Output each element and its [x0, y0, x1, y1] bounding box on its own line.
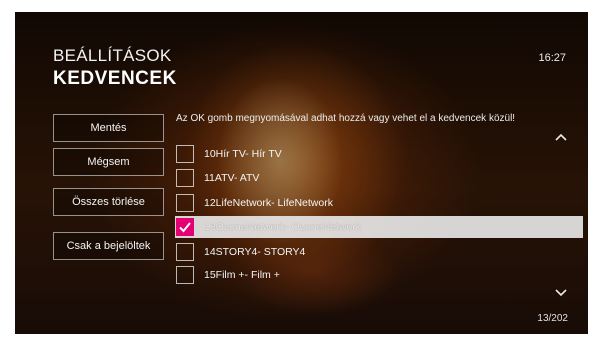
checkbox-checked[interactable]: [176, 218, 194, 236]
channel-label: 14STORY4- STORY4: [204, 246, 306, 258]
clock: 16:27: [538, 52, 566, 64]
clear-all-button[interactable]: Összes törlése: [53, 188, 164, 216]
channel-label: 10Hír TV- Hír TV: [204, 148, 282, 160]
checkbox[interactable]: [176, 169, 194, 187]
save-button[interactable]: Mentés: [53, 114, 164, 142]
checkbox[interactable]: [176, 243, 194, 261]
cancel-button[interactable]: Mégsem: [53, 148, 164, 176]
channel-label: 15Film +- Film +: [204, 269, 280, 281]
channel-row[interactable]: 10Hír TV- Hír TV: [175, 143, 583, 165]
checkbox[interactable]: [176, 194, 194, 212]
checkbox[interactable]: [176, 266, 194, 284]
page-title: KEDVENCEK: [53, 68, 177, 89]
channel-label: 12LifeNetwork- LifeNetwork: [204, 197, 333, 209]
channel-label: 13OzoneNetwork- OzoneNetwork: [204, 221, 361, 233]
channel-row[interactable]: 12LifeNetwork- LifeNetwork: [175, 192, 583, 214]
only-selected-button[interactable]: Csak a bejelöltek: [53, 232, 164, 260]
checkmark-icon: [179, 222, 191, 233]
tv-screen: BEÁLLÍTÁSOK KEDVENCEK 16:27 Mentés Mégse…: [15, 12, 588, 334]
section-title: BEÁLLÍTÁSOK: [53, 46, 172, 65]
channel-row[interactable]: 11ATV- ATV: [175, 167, 583, 189]
instruction-text: Az OK gomb megnyomásával adhat hozzá vag…: [176, 113, 516, 124]
channel-row[interactable]: 15Film +- Film +: [175, 264, 583, 286]
channel-label: 11ATV- ATV: [204, 172, 260, 184]
page-counter: 13/202: [537, 313, 568, 324]
channel-row-selected[interactable]: 13OzoneNetwork- OzoneNetwork: [175, 216, 583, 238]
chevron-down-icon[interactable]: [554, 288, 568, 298]
checkbox[interactable]: [176, 145, 194, 163]
chevron-up-icon[interactable]: [554, 132, 568, 142]
channel-row[interactable]: 14STORY4- STORY4: [175, 241, 583, 263]
